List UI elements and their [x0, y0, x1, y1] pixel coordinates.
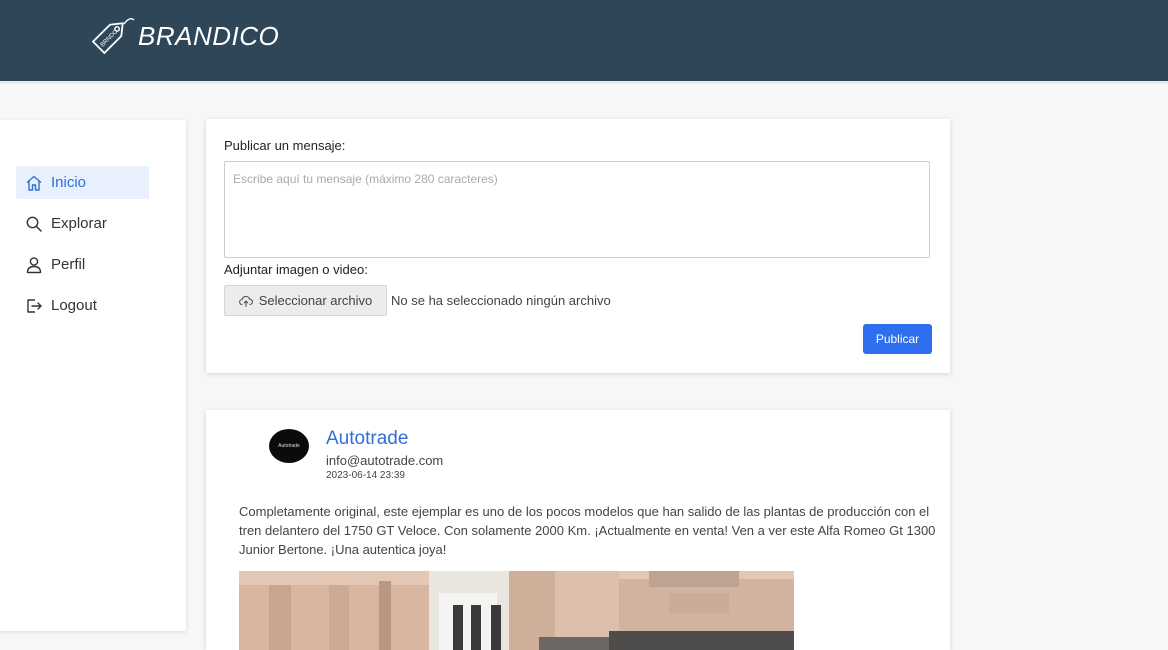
select-file-label: Seleccionar archivo	[258, 293, 373, 308]
avatar[interactable]: Autotrade	[269, 429, 309, 463]
brand-logo[interactable]: BRNDC BRANDICO	[84, 12, 279, 60]
sidebar-item-label: Logout	[51, 297, 97, 314]
logout-icon	[25, 297, 43, 315]
user-icon	[25, 256, 43, 274]
message-label: Publicar un mensaje:	[224, 138, 346, 153]
select-file-button[interactable]: Seleccionar archivo	[224, 285, 387, 316]
sidebar-item-logout[interactable]: Logout	[16, 289, 149, 322]
sidebar-item-label: Inicio	[51, 174, 87, 191]
sidebar-item-explorar[interactable]: Explorar	[16, 207, 149, 240]
post-author-link[interactable]: Autotrade	[326, 428, 408, 450]
sidebar-item-label: Explorar	[51, 215, 107, 232]
avatar-text: Autotrade	[278, 443, 300, 449]
post-author-email: info@autotrade.com	[326, 453, 444, 468]
tag-logo-icon: BRNDC	[91, 18, 135, 55]
post-card: Autotrade Autotrade info@autotrade.com 2…	[206, 410, 950, 650]
post-image[interactable]	[239, 571, 794, 650]
sidebar: Inicio Explorar Perfil Logout	[0, 120, 186, 631]
sidebar-item-label: Perfil	[51, 256, 86, 273]
message-input[interactable]	[224, 161, 930, 258]
composer-card: Publicar un mensaje: Adjuntar imagen o v…	[206, 119, 950, 373]
post-timestamp: 2023-06-14 23:39	[326, 470, 405, 481]
search-icon	[25, 215, 43, 233]
publish-button[interactable]: Publicar	[863, 324, 932, 354]
navbar-shadow	[0, 81, 1168, 84]
attach-label: Adjuntar imagen o video:	[224, 262, 368, 277]
brand-name: BRANDICO	[138, 20, 280, 51]
sidebar-item-perfil[interactable]: Perfil	[16, 248, 149, 281]
file-status-text: No se ha seleccionado ningún archivo	[391, 293, 611, 308]
cloud-upload-icon	[238, 295, 253, 307]
top-navbar: BRNDC BRANDICO	[0, 0, 1168, 81]
home-icon	[25, 174, 43, 192]
sidebar-item-inicio[interactable]: Inicio	[16, 166, 149, 199]
post-body-text: Completamente original, este ejemplar es…	[239, 504, 936, 557]
